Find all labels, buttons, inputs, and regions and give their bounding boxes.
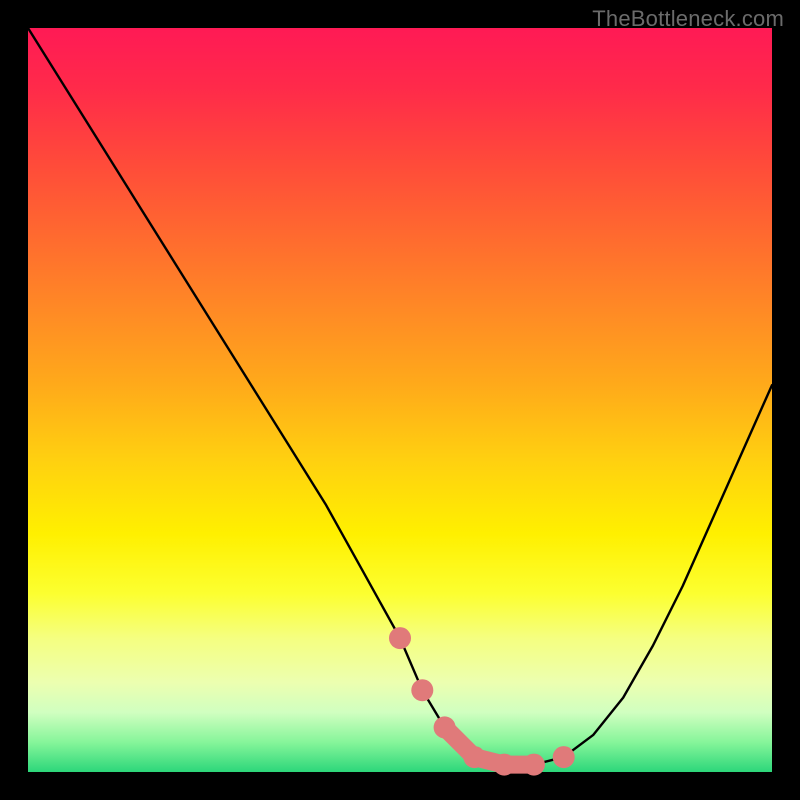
highlight-dots <box>389 627 575 776</box>
chart-container: TheBottleneck.com <box>0 0 800 800</box>
chart-svg <box>28 28 772 772</box>
plot-area <box>28 28 772 772</box>
